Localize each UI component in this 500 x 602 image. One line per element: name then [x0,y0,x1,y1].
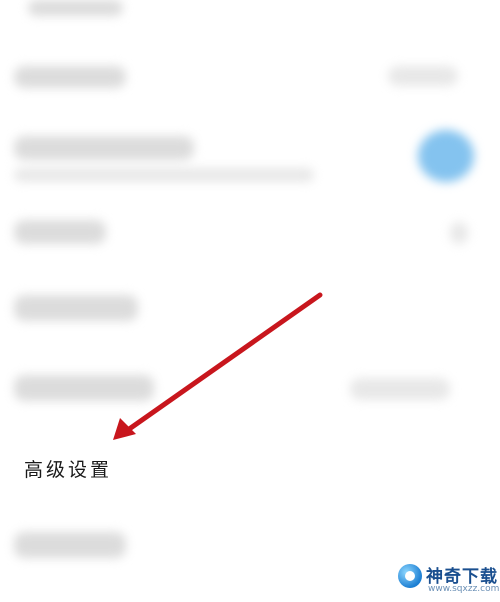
watermark: 神奇下载 www.sqxzz.com [398,562,500,598]
arrow-pointer [113,292,323,440]
watermark-url: www.sqxzz.com [428,584,500,594]
site-logo-icon [398,564,422,588]
setting-label-advanced[interactable]: 高级设置 [24,455,112,482]
